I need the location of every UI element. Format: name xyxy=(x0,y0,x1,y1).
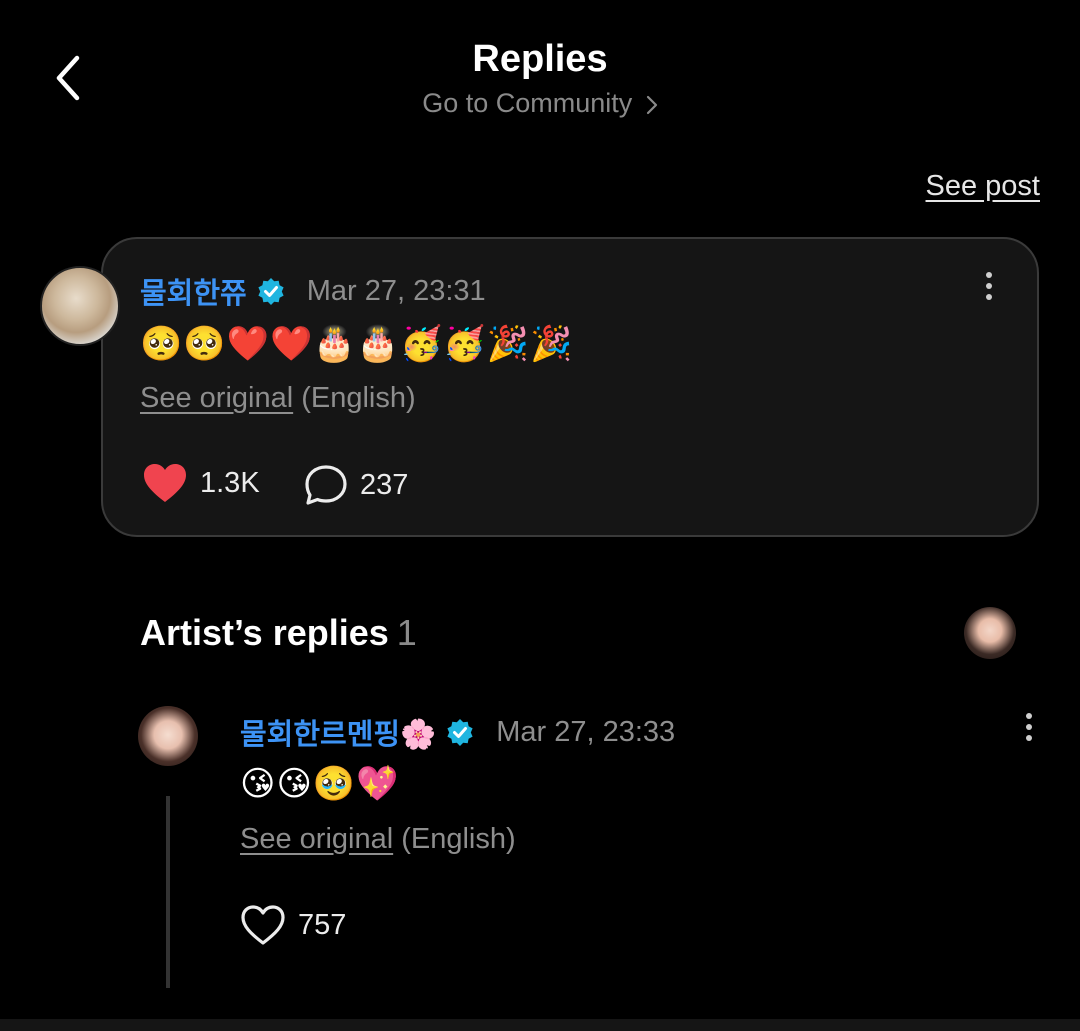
more-dot xyxy=(1026,735,1032,741)
see-post-link[interactable]: See post xyxy=(926,170,1040,203)
reply-author-avatar[interactable] xyxy=(138,706,198,766)
artist-replies-title: Artist’s replies xyxy=(140,612,389,653)
reply-like-button[interactable]: 757 xyxy=(240,904,346,946)
reply-more-button[interactable] xyxy=(1014,707,1044,747)
go-to-community-link[interactable]: Go to Community xyxy=(0,88,1080,119)
post-language: (English) xyxy=(301,382,416,414)
post-author-avatar[interactable] xyxy=(40,266,120,346)
bottom-bar xyxy=(0,1019,1080,1031)
post-translation: See original (English) xyxy=(140,382,416,415)
artist-avatar[interactable] xyxy=(964,607,1016,659)
more-dot xyxy=(986,294,992,300)
more-dot xyxy=(986,283,992,289)
page-title: Replies xyxy=(472,38,608,80)
post-like-button[interactable]: 1.3K xyxy=(142,462,260,504)
verified-badge-icon xyxy=(446,718,474,746)
verified-badge-icon xyxy=(257,277,285,305)
reply-see-original-link[interactable]: See original xyxy=(240,823,393,855)
chevron-right-icon xyxy=(646,95,657,114)
thread-line xyxy=(166,796,170,988)
post-author-row: 물회한쮸 Mar 27, 23:31 xyxy=(140,270,486,312)
more-vertical-icon xyxy=(986,272,992,278)
artist-replies-count: 1 xyxy=(396,612,417,653)
post-author-name[interactable]: 물회한쮸 xyxy=(140,270,247,312)
more-vertical-icon xyxy=(1026,713,1032,719)
reply-author-row: 물회한르멘핑🌸 Mar 27, 23:33 xyxy=(240,711,675,753)
post-comment-button[interactable]: 237 xyxy=(304,464,408,506)
reply-language: (English) xyxy=(401,823,516,855)
community-link-label: Go to Community xyxy=(422,88,633,118)
post-like-count: 1.3K xyxy=(200,466,260,499)
reply-like-count: 757 xyxy=(298,908,347,941)
replies-screen: Replies Go to Community See post 물회한쮸 Ma… xyxy=(0,0,1080,1031)
post-timestamp: Mar 27, 23:31 xyxy=(306,274,486,307)
reply-timestamp: Mar 27, 23:33 xyxy=(496,715,676,748)
artist-replies-heading: Artist’s replies 1 xyxy=(140,612,417,654)
post-text: 🥺🥺❤️❤️🎂🎂🥳🥳🎉🎉 xyxy=(140,325,574,363)
reply-author-name[interactable]: 물회한르멘핑🌸 xyxy=(240,711,436,753)
post-more-button[interactable] xyxy=(974,266,1004,306)
heart-icon xyxy=(144,464,186,502)
heart-outline-icon xyxy=(241,905,285,945)
reply-text: 😘😘🥹💖 xyxy=(240,765,400,803)
reply-translation: See original (English) xyxy=(240,823,516,856)
post-see-original-link[interactable]: See original xyxy=(140,382,293,414)
comment-bubble-icon xyxy=(305,465,347,505)
post-comment-count: 237 xyxy=(360,468,409,501)
more-dot xyxy=(1026,724,1032,730)
